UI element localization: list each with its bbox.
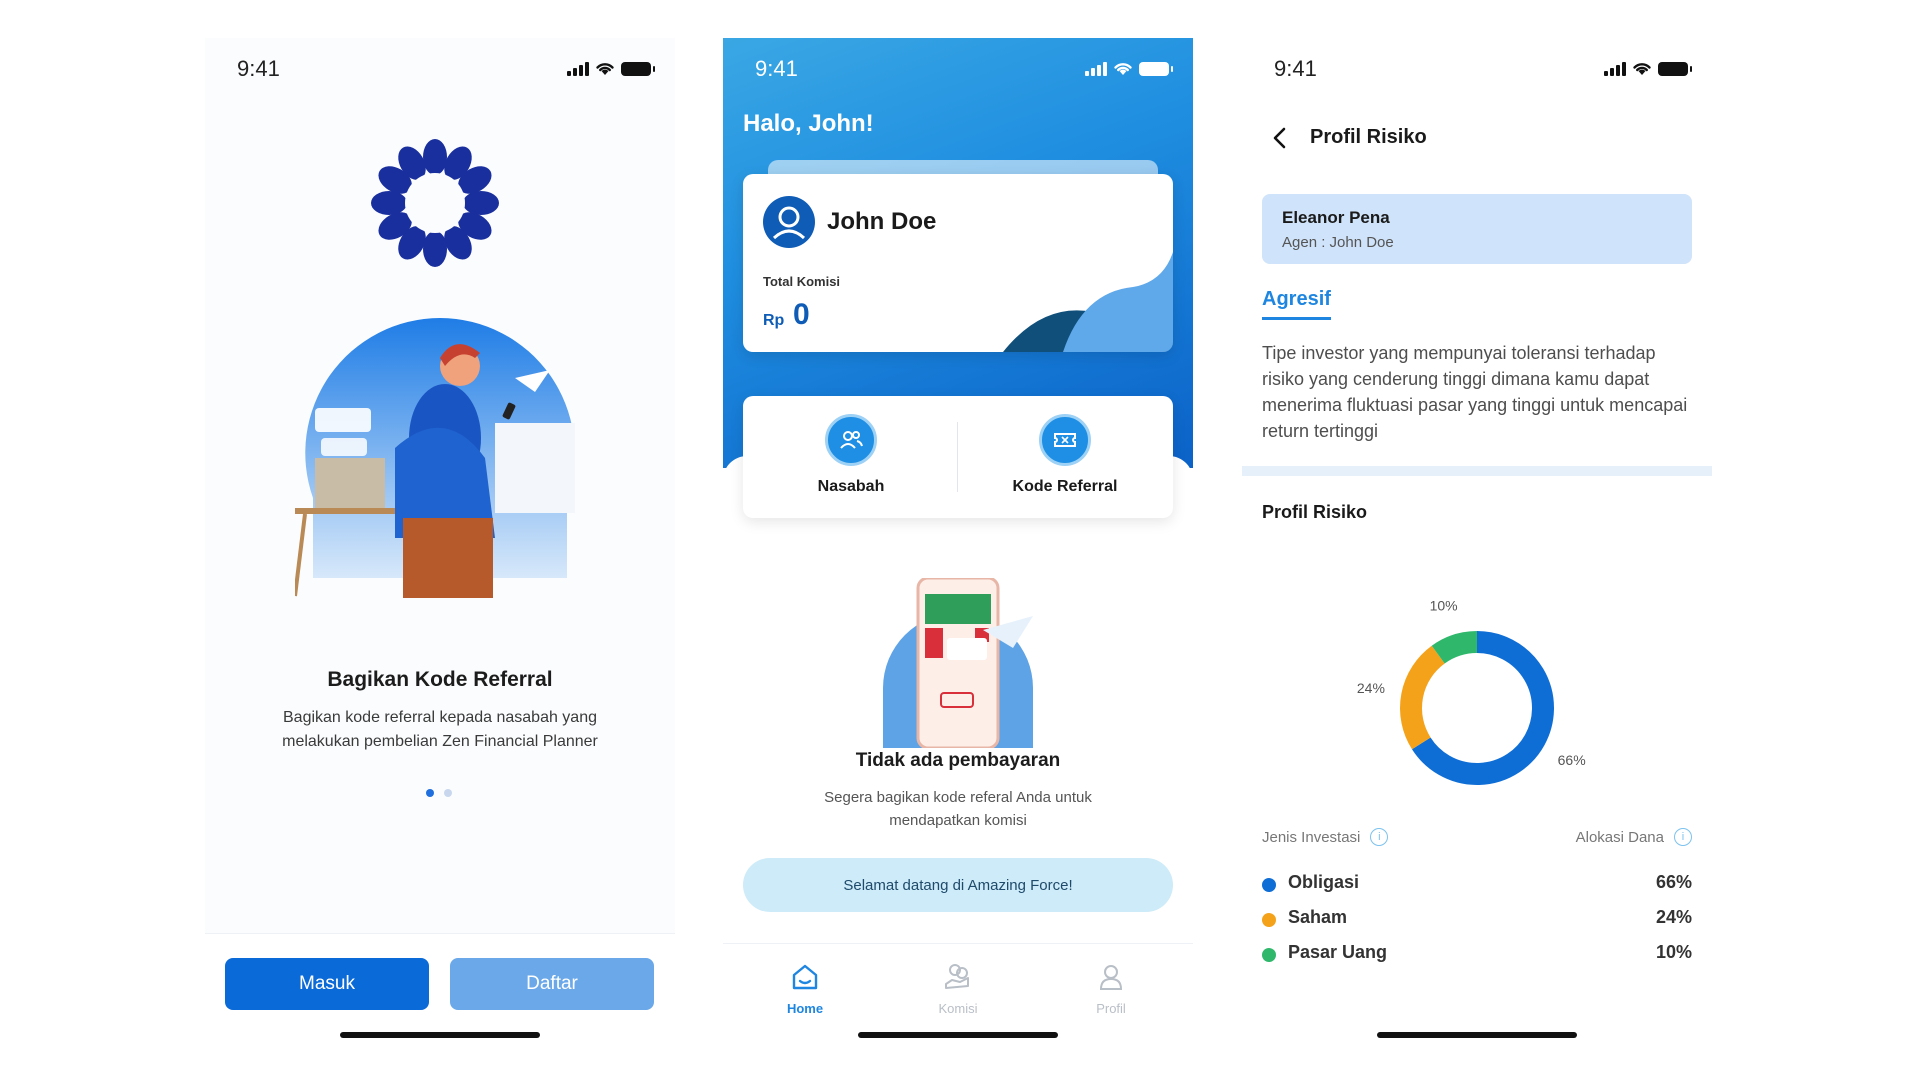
- status-time: 9:41: [1274, 56, 1317, 81]
- legend-percent: 10%: [1655, 942, 1692, 962]
- register-button[interactable]: Daftar: [450, 958, 654, 1010]
- menu-divider: [957, 422, 958, 492]
- user-name: John Doe: [827, 208, 937, 235]
- status-time: 9:41: [237, 56, 280, 81]
- legend-name: Pasar Uang: [1288, 942, 1388, 962]
- legend-row: Pasar Uang 10%: [1262, 940, 1692, 970]
- legend-percent: 24%: [1655, 907, 1692, 927]
- profile-icon: [1099, 965, 1123, 990]
- donut-label: 24%: [1357, 680, 1385, 696]
- home-screen: 9:41 Halo, John! John Doe Total Komisi R…: [723, 38, 1193, 1048]
- wifi-icon: [1633, 63, 1651, 75]
- avatar: [763, 196, 815, 248]
- menu-kode-referral[interactable]: Kode Referral: [965, 414, 1165, 496]
- commission-icon: [945, 964, 969, 989]
- legend-row: Saham 24%: [1262, 905, 1692, 935]
- currency-label: Rp: [763, 312, 785, 329]
- legend-dot: [1262, 913, 1276, 927]
- home-indicator: [340, 1032, 540, 1038]
- menu-card: Nasabah Kode Referral: [743, 396, 1173, 518]
- signal-icon: [1604, 62, 1626, 76]
- referral-illustration: [295, 318, 575, 598]
- commission-amount: 0: [793, 298, 810, 331]
- wifi-icon: [1114, 63, 1132, 75]
- legend-row: Obligasi 66%: [1262, 870, 1692, 900]
- commission-card[interactable]: John Doe Total Komisi Rp 0: [743, 174, 1173, 352]
- status-bar: 9:41: [723, 38, 1193, 100]
- legend-dot: [1262, 948, 1276, 962]
- section-divider: [1242, 466, 1712, 476]
- back-arrow-icon[interactable]: [1270, 126, 1290, 150]
- menu-kode-referral-label: Kode Referral: [1012, 478, 1118, 495]
- signal-icon: [567, 62, 589, 76]
- no-payment-illustration: [883, 578, 1033, 748]
- onboarding-description: Bagikan kode referral kepada nasabah yan…: [282, 709, 598, 750]
- battery-icon: [621, 62, 655, 76]
- login-button[interactable]: Masuk: [225, 958, 429, 1010]
- battery-icon: [1658, 62, 1692, 76]
- donut-slice-pasar-uang: [1431, 631, 1478, 664]
- risk-profile-tab[interactable]: Agresif: [1262, 288, 1331, 320]
- tab-komisi-label: Komisi: [938, 1001, 978, 1016]
- page-indicator[interactable]: [426, 789, 452, 797]
- brand-logo: [371, 139, 499, 267]
- user-avatar-icon: [772, 206, 806, 240]
- users-icon: [840, 431, 863, 449]
- battery-icon: [1139, 62, 1173, 76]
- chart-section-title: Profil Risiko: [1262, 502, 1368, 522]
- tab-home[interactable]: Home: [745, 962, 865, 1016]
- menu-nasabah-label: Nasabah: [817, 478, 885, 495]
- client-info-box: Eleanor Pena Agen : John Doe: [1262, 194, 1692, 264]
- legend-col-type: Jenis Investasi: [1262, 828, 1361, 846]
- donut-slice-saham: [1400, 645, 1446, 750]
- donut-label: 10%: [1430, 597, 1458, 613]
- legend-name: Saham: [1288, 907, 1348, 927]
- ticket-icon: [1054, 433, 1076, 447]
- onboarding-screen: 9:41 Bagikan Kode Referral Bagikan kode …: [205, 38, 675, 1048]
- onboarding-title: Bagikan Kode Referral: [327, 668, 553, 691]
- greeting-text: Halo, John!: [743, 110, 874, 137]
- legend-col-allocation: Alokasi Dana: [1575, 828, 1664, 846]
- status-time: 9:41: [755, 56, 798, 81]
- allocation-donut-chart: 66% 24% 10%: [1357, 597, 1586, 785]
- page-dot-2[interactable]: [444, 789, 452, 797]
- risk-profile-screen: 9:41 Profil Risiko Eleanor Pena Agen : J…: [1242, 38, 1712, 1048]
- tab-komisi[interactable]: Komisi: [898, 962, 1018, 1016]
- tab-profil[interactable]: Profil: [1051, 962, 1171, 1016]
- empty-state-description: Segera bagikan kode referal Anda untuk m…: [824, 789, 1092, 829]
- wifi-icon: [596, 63, 614, 75]
- legend-dot: [1262, 878, 1276, 892]
- tab-home-label: Home: [786, 1001, 824, 1016]
- empty-state-title: Tidak ada pembayaran: [855, 750, 1061, 771]
- donut-label: 66%: [1558, 752, 1586, 768]
- menu-nasabah[interactable]: Nasabah: [751, 414, 951, 496]
- status-bar: 9:41: [1242, 38, 1712, 100]
- page-dot-1[interactable]: [426, 789, 434, 797]
- home-indicator: [858, 1032, 1058, 1038]
- legend-name: Obligasi: [1288, 872, 1360, 892]
- client-name: Eleanor Pena: [1282, 208, 1390, 227]
- info-icon[interactable]: i: [1674, 828, 1692, 846]
- home-indicator: [1377, 1032, 1577, 1038]
- signal-icon: [1085, 62, 1107, 76]
- home-icon: [792, 964, 818, 990]
- tab-profil-label: Profil: [1096, 1001, 1126, 1016]
- agent-name: Agen : John Doe: [1282, 234, 1394, 251]
- total-commission-label: Total Komisi: [763, 274, 841, 289]
- status-bar: 9:41: [205, 38, 675, 100]
- page-title: Profil Risiko: [1310, 126, 1427, 148]
- info-icon[interactable]: i: [1370, 828, 1389, 846]
- card-wave-decoration: [1003, 252, 1173, 352]
- welcome-banner[interactable]: Selamat datang di Amazing Force!: [743, 858, 1173, 912]
- legend-percent: 66%: [1655, 872, 1692, 892]
- risk-profile-description: Tipe investor yang mempunyai toleransi t…: [1262, 343, 1688, 441]
